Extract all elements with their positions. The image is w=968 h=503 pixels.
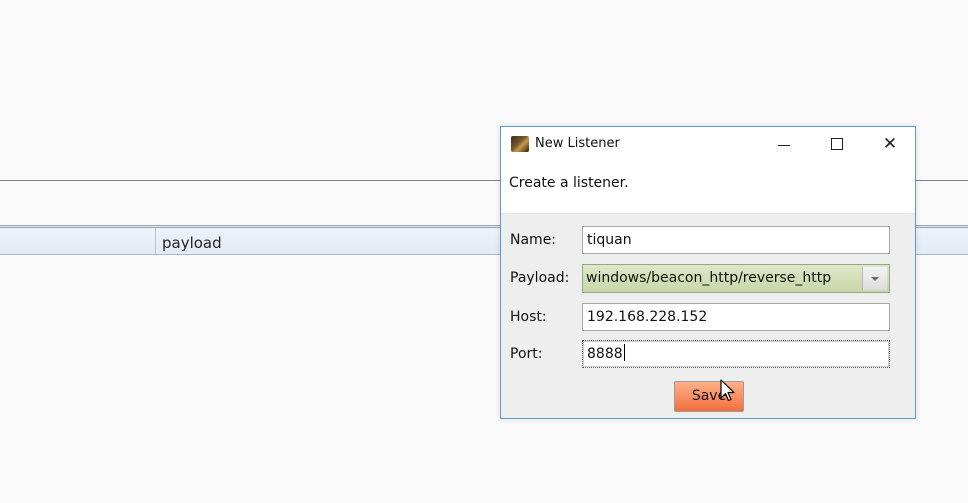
- host-field[interactable]: 192.168.228.152: [582, 303, 890, 331]
- port-label: Port:: [510, 346, 543, 362]
- dialog-title: New Listener: [535, 136, 620, 151]
- minimize-button[interactable]: [761, 127, 807, 161]
- name-label: Name:: [510, 232, 557, 248]
- close-icon: ✕: [882, 133, 898, 154]
- maximize-icon: [831, 138, 843, 150]
- app-icon: [511, 136, 529, 152]
- close-button[interactable]: ✕: [867, 127, 913, 161]
- port-value: 8888: [587, 346, 623, 362]
- table-header-payload[interactable]: payload: [162, 234, 222, 252]
- text-caret: [623, 344, 625, 361]
- table-header-cell[interactable]: [0, 228, 156, 254]
- name-value: tiquan: [587, 232, 632, 248]
- payload-label: Payload:: [510, 270, 570, 286]
- name-field[interactable]: tiquan: [582, 226, 890, 254]
- host-label: Host:: [510, 309, 547, 325]
- description-panel: Create a listener.: [501, 161, 915, 214]
- new-listener-dialog: New Listener ✕ Create a listener. Name: …: [500, 126, 916, 419]
- chevron-down-icon: [871, 276, 879, 281]
- host-value: 192.168.228.152: [587, 309, 708, 325]
- minimize-icon: [778, 145, 790, 146]
- payload-value: windows/beacon_http/reverse_http: [586, 270, 832, 286]
- port-field[interactable]: 8888: [582, 340, 890, 368]
- payload-dropdown-button[interactable]: [862, 267, 887, 290]
- payload-select[interactable]: windows/beacon_http/reverse_http: [582, 264, 890, 293]
- mouse-cursor-icon: [720, 379, 735, 402]
- dialog-titlebar[interactable]: New Listener ✕: [501, 127, 915, 161]
- maximize-button[interactable]: [814, 127, 860, 161]
- dialog-description: Create a listener.: [509, 175, 629, 191]
